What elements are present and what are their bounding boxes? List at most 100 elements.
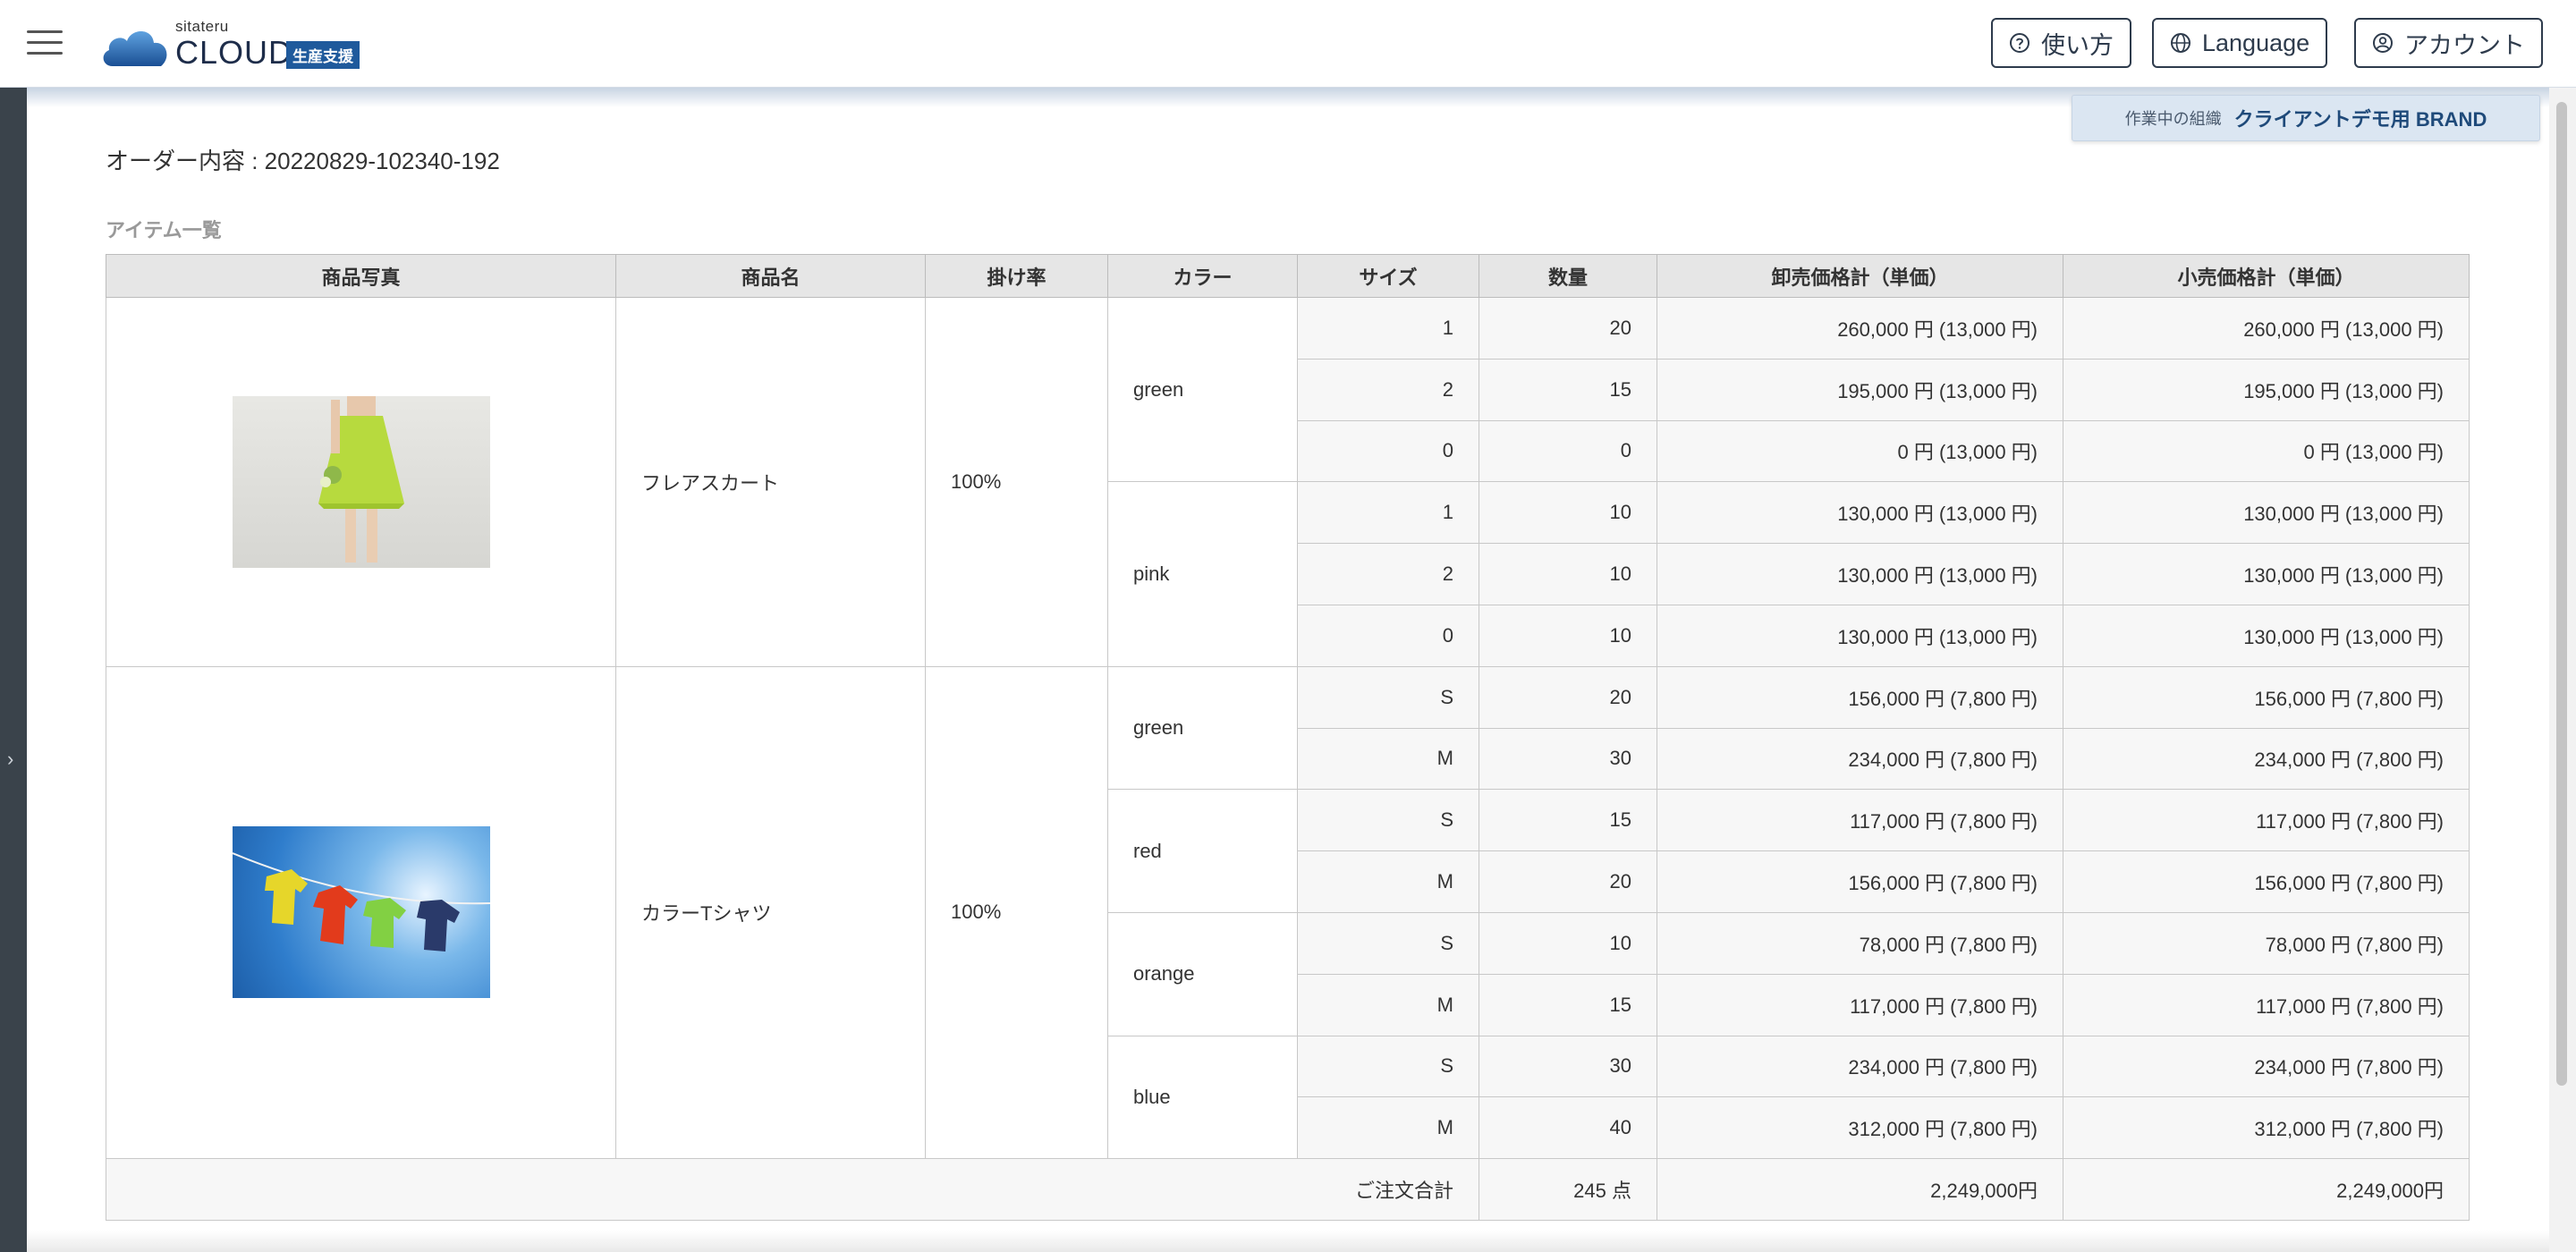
size-cell: 2 (1297, 358, 1479, 421)
size-cell: S (1297, 1035, 1479, 1098)
logo-small-text: sitateru (175, 18, 229, 35)
qty-cell: 40 (1479, 1096, 1657, 1160)
wholesale-cell: 0 円 (13,000 円) (1657, 419, 2063, 483)
retail-cell: 260,000 円 (13,000 円) (2063, 297, 2470, 360)
qty-cell: 10 (1479, 604, 1657, 667)
bottom-fade (27, 1231, 2549, 1252)
app-header: sitateru CLOUD 生産支援 使い方 Language アカウント (0, 0, 2576, 88)
total-wholesale: 2,249,000円 (1657, 1158, 2063, 1221)
table-header-row: 商品写真 商品名 掛け率 カラー サイズ 数量 卸売価格計（単価） 小売価格計（… (106, 254, 2470, 298)
items-table: 商品写真 商品名 掛け率 カラー サイズ 数量 卸売価格計（単価） 小売価格計（… (106, 254, 2470, 1221)
product-name: カラーTシャツ (615, 665, 926, 1160)
qty-cell: 15 (1479, 789, 1657, 852)
help-button[interactable]: 使い方 (1991, 18, 2131, 68)
language-label: Language (2202, 29, 2310, 56)
retail-cell: 130,000 円 (13,000 円) (2063, 481, 2470, 545)
question-circle-icon (2010, 33, 2029, 53)
retail-cell: 117,000 円 (7,800 円) (2063, 973, 2470, 1036)
color-label: red (1107, 789, 1298, 913)
language-button[interactable]: Language (2152, 18, 2328, 68)
order-title: オーダー内容 : 20220829-102340-192 (106, 148, 500, 174)
color-label: green (1107, 296, 1298, 483)
retail-cell: 156,000 円 (7,800 円) (2063, 665, 2470, 729)
side-rail[interactable]: › (0, 88, 27, 1252)
size-cell: M (1297, 727, 1479, 791)
retail-cell: 312,000 円 (7,800 円) (2063, 1096, 2470, 1160)
color-label: pink (1107, 481, 1298, 667)
org-label: 作業中の組織 (2124, 110, 2222, 128)
total-qty: 245 点 (1479, 1158, 1657, 1221)
color-label: orange (1107, 911, 1298, 1036)
wholesale-cell: 312,000 円 (7,800 円) (1657, 1096, 2063, 1160)
total-row: ご注文合計 245 点 2,249,000円 2,249,000円 (106, 1158, 2470, 1221)
section-title: アイテム一覧 (106, 219, 222, 241)
qty-cell: 10 (1479, 481, 1657, 545)
chevron-right-icon[interactable]: › (7, 748, 13, 771)
qty-cell: 15 (1479, 973, 1657, 1036)
qty-cell: 10 (1479, 543, 1657, 605)
skirt-photo[interactable] (232, 395, 490, 568)
wholesale-cell: 234,000 円 (7,800 円) (1657, 1035, 2063, 1098)
retail-cell: 234,000 円 (7,800 円) (2063, 1035, 2470, 1098)
retail-cell: 0 円 (13,000 円) (2063, 419, 2470, 483)
size-cell: M (1297, 973, 1479, 1036)
qty-cell: 10 (1479, 911, 1657, 975)
wholesale-cell: 117,000 円 (7,800 円) (1657, 973, 2063, 1036)
wholesale-cell: 260,000 円 (13,000 円) (1657, 297, 2063, 360)
color-label: green (1107, 665, 1298, 791)
header-photo: 商品写真 (106, 254, 616, 298)
logo-main-text: CLOUD (175, 34, 293, 71)
org-name: クライアントデモ用 BRAND (2233, 108, 2487, 131)
logo-tag: 生産支援 (286, 41, 360, 69)
header-retail: 小売価格計（単価） (2063, 254, 2470, 298)
retail-cell: 130,000 円 (13,000 円) (2063, 604, 2470, 667)
size-cell: S (1297, 665, 1479, 729)
tshirts-illustration (232, 852, 490, 952)
account-label: アカウント (2404, 31, 2525, 59)
product-photo-cell (106, 665, 616, 1160)
wholesale-cell: 78,000 円 (7,800 円) (1657, 911, 2063, 975)
product-rate: 100% (925, 665, 1108, 1160)
wholesale-cell: 130,000 円 (13,000 円) (1657, 604, 2063, 667)
color-label: blue (1107, 1035, 1298, 1160)
size-cell: S (1297, 789, 1479, 852)
header-rate: 掛け率 (925, 254, 1108, 298)
total-label: ご注文合計 (106, 1158, 1479, 1221)
table-row: フレアスカート 100% green 1 20 260,000 円 (13,00… (106, 296, 2470, 667)
app-logo[interactable]: sitateru CLOUD 生産支援 (100, 18, 369, 72)
wholesale-cell: 156,000 円 (7,800 円) (1657, 665, 2063, 729)
wholesale-cell: 195,000 円 (13,000 円) (1657, 358, 2063, 421)
table-row: カラーTシャツ 100% green S 20 156,000 円 (7,800… (106, 665, 2470, 1160)
qty-cell: 20 (1479, 665, 1657, 729)
menu-icon[interactable] (27, 30, 63, 57)
retail-cell: 156,000 円 (7,800 円) (2063, 850, 2470, 913)
size-cell: 0 (1297, 604, 1479, 667)
size-cell: 1 (1297, 481, 1479, 545)
product-photo-cell (106, 297, 616, 667)
qty-cell: 15 (1479, 358, 1657, 421)
header-color: カラー (1107, 254, 1298, 298)
cloud-logo-icon (103, 31, 167, 66)
product-name: フレアスカート (615, 297, 926, 667)
size-cell: 1 (1297, 297, 1479, 360)
help-label: 使い方 (2041, 31, 2114, 59)
wholesale-cell: 234,000 円 (7,800 円) (1657, 727, 2063, 791)
wholesale-cell: 130,000 円 (13,000 円) (1657, 543, 2063, 605)
retail-cell: 195,000 円 (13,000 円) (2063, 358, 2470, 421)
scrollbar-thumb[interactable] (2556, 102, 2567, 1086)
size-cell: 0 (1297, 419, 1479, 483)
tshirts-photo[interactable] (232, 826, 490, 999)
retail-cell: 130,000 円 (13,000 円) (2063, 543, 2470, 605)
size-cell: M (1297, 1096, 1479, 1160)
wholesale-cell: 156,000 円 (7,800 円) (1657, 850, 2063, 913)
account-button[interactable]: アカウント (2354, 18, 2543, 68)
skirt-illustration (318, 395, 404, 563)
qty-cell: 20 (1479, 850, 1657, 913)
vertical-scrollbar[interactable] (2549, 88, 2576, 1252)
qty-cell: 20 (1479, 297, 1657, 360)
wholesale-cell: 117,000 円 (7,800 円) (1657, 789, 2063, 852)
size-cell: S (1297, 911, 1479, 975)
wholesale-cell: 130,000 円 (13,000 円) (1657, 481, 2063, 545)
user-circle-icon (2373, 33, 2393, 53)
retail-cell: 234,000 円 (7,800 円) (2063, 727, 2470, 791)
